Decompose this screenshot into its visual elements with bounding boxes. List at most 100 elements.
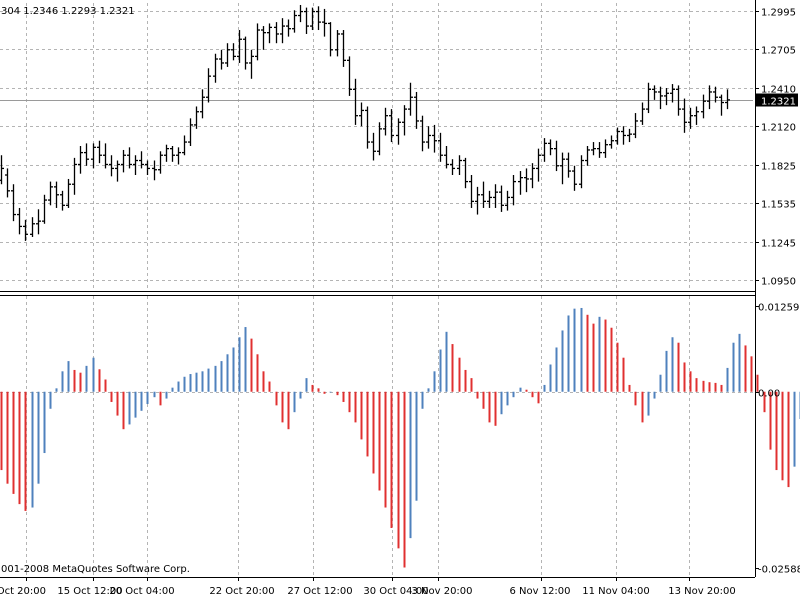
ohlc-bar bbox=[17, 207, 22, 235]
ohlc-bar bbox=[597, 142, 602, 158]
ohlc-bar bbox=[633, 113, 638, 139]
price-bars bbox=[0, 4, 730, 241]
ohlc-bar bbox=[145, 160, 150, 176]
ohlc-bar bbox=[389, 109, 394, 143]
oscillator-grid bbox=[0, 296, 753, 577]
time-axis-label: 27 Oct 12:00 bbox=[287, 586, 352, 597]
price-axis-label: 1.1535 bbox=[761, 200, 796, 211]
ohlc-bar bbox=[414, 91, 419, 129]
ohlc-bar bbox=[286, 19, 291, 37]
price-axis-label: 1.2995 bbox=[761, 8, 796, 19]
ohlc-bar bbox=[341, 30, 346, 67]
ohlc-bar bbox=[54, 181, 59, 208]
ohlc-bar bbox=[188, 118, 193, 147]
ohlc-bar bbox=[274, 22, 279, 44]
time-axis-label: 22 Oct 20:00 bbox=[209, 586, 274, 597]
ohlc-bar bbox=[0, 155, 4, 185]
ohlc-bar bbox=[548, 139, 553, 156]
ohlc-bar bbox=[213, 53, 218, 83]
ohlc-bar bbox=[585, 146, 590, 166]
ohlc-bar bbox=[383, 107, 388, 136]
ohlc-bar bbox=[206, 68, 211, 103]
oscillator-panel[interactable]: 0.012599 0.00 -0.02588 001-2008 MetaQuotes… bbox=[0, 296, 800, 577]
ohlc-bar bbox=[365, 106, 370, 149]
time-axis-label: 3 Nov 20:00 bbox=[411, 586, 472, 597]
ohlc-bar bbox=[664, 88, 669, 106]
copyright-text: 001-2008 MetaQuotes Software Corp. bbox=[1, 564, 190, 575]
ohlc-bar bbox=[432, 124, 437, 153]
ohlc-bar bbox=[158, 151, 163, 174]
ohlc-bar bbox=[243, 36, 248, 70]
ohlc-bar bbox=[103, 143, 108, 169]
ohlc-bar bbox=[524, 168, 529, 193]
ohlc-bar bbox=[152, 160, 157, 181]
ohlc-bar bbox=[316, 6, 321, 31]
ohlc-bar bbox=[450, 159, 455, 176]
ohlc-bar bbox=[255, 23, 260, 61]
ohlc-bar bbox=[261, 26, 266, 50]
ohlc-bar bbox=[115, 160, 120, 182]
ohlc-bar bbox=[84, 143, 89, 166]
ohlc-bar bbox=[60, 190, 65, 211]
ohlc-bar bbox=[267, 23, 272, 44]
ohlc-bar bbox=[408, 82, 413, 116]
ohlc-bar bbox=[554, 140, 559, 172]
price-axis-label: 1.2705 bbox=[761, 46, 796, 57]
price-axis-label: 1.0950 bbox=[761, 277, 796, 288]
ohlc-bar bbox=[48, 181, 53, 206]
ohlc-bar bbox=[97, 140, 102, 164]
ohlc-bar bbox=[237, 30, 242, 63]
ohlc-bar bbox=[310, 7, 315, 31]
time-axis-label: 20 Oct 04:00 bbox=[109, 586, 174, 597]
ohlc-bar bbox=[658, 86, 663, 110]
ohlc-bar bbox=[475, 186, 480, 215]
oscillator-histogram bbox=[0, 307, 800, 568]
ohlc-bar bbox=[30, 217, 35, 237]
ohlc-bar bbox=[23, 219, 28, 241]
oscillator-axis-label: 0.012599 bbox=[758, 303, 800, 314]
ohlc-bar bbox=[121, 149, 126, 173]
ohlc-bar bbox=[719, 94, 724, 116]
ohlc-bar bbox=[164, 144, 169, 162]
ohlc-bar bbox=[72, 157, 77, 195]
ohlc-bar bbox=[505, 190, 510, 211]
trading-chart[interactable]: 1.29951.27051.24101.21201.18251.15351.12… bbox=[0, 0, 800, 600]
price-axis-label: 1.1825 bbox=[761, 162, 796, 173]
ohlc-bar bbox=[231, 43, 236, 61]
price-axis-label: 1.2120 bbox=[761, 123, 796, 134]
ohlc-bar bbox=[701, 94, 706, 119]
ohlc-bar bbox=[292, 10, 297, 33]
ohlc-bar bbox=[78, 146, 83, 174]
ohlc-bar bbox=[493, 184, 498, 208]
current-price-label: 1.2321 bbox=[761, 97, 796, 108]
ohlc-bar bbox=[542, 138, 547, 162]
time-axis-label: 13 Nov 20:00 bbox=[668, 586, 735, 597]
ohlc-bar bbox=[335, 30, 340, 57]
oscillator-axis-label: -0.02588 bbox=[758, 565, 800, 576]
ohlc-bar bbox=[572, 165, 577, 191]
ohlc-bar bbox=[396, 118, 401, 145]
price-panel[interactable]: 1.29951.27051.24101.21201.18251.15351.12… bbox=[0, 3, 798, 291]
oscillator-axis-label: 0.00 bbox=[758, 389, 780, 400]
ohlc-bar bbox=[219, 49, 224, 70]
ohlc-bar bbox=[194, 106, 199, 129]
ohlc-bar bbox=[280, 18, 285, 44]
panel-frames bbox=[0, 0, 756, 578]
ohlc-bar bbox=[420, 115, 425, 152]
ohlc-bar bbox=[176, 147, 181, 165]
ohlc-bar bbox=[646, 82, 651, 114]
ohlc-bar bbox=[615, 127, 620, 145]
ohlc-bar bbox=[609, 135, 614, 149]
ohlc-bar bbox=[322, 8, 327, 37]
ohlc-bar bbox=[36, 209, 41, 235]
ohlc-bar bbox=[371, 132, 376, 161]
price-grid bbox=[0, 3, 753, 291]
ohlc-bar bbox=[688, 107, 693, 129]
ohlc-bar bbox=[481, 181, 486, 208]
ohlc-bar bbox=[487, 190, 492, 208]
ohlc-bar bbox=[694, 106, 699, 125]
ohlc-bar bbox=[11, 184, 16, 222]
ohlc-bar bbox=[579, 155, 584, 189]
ohlc-bar bbox=[249, 49, 254, 79]
ohlc-bar bbox=[353, 78, 358, 125]
